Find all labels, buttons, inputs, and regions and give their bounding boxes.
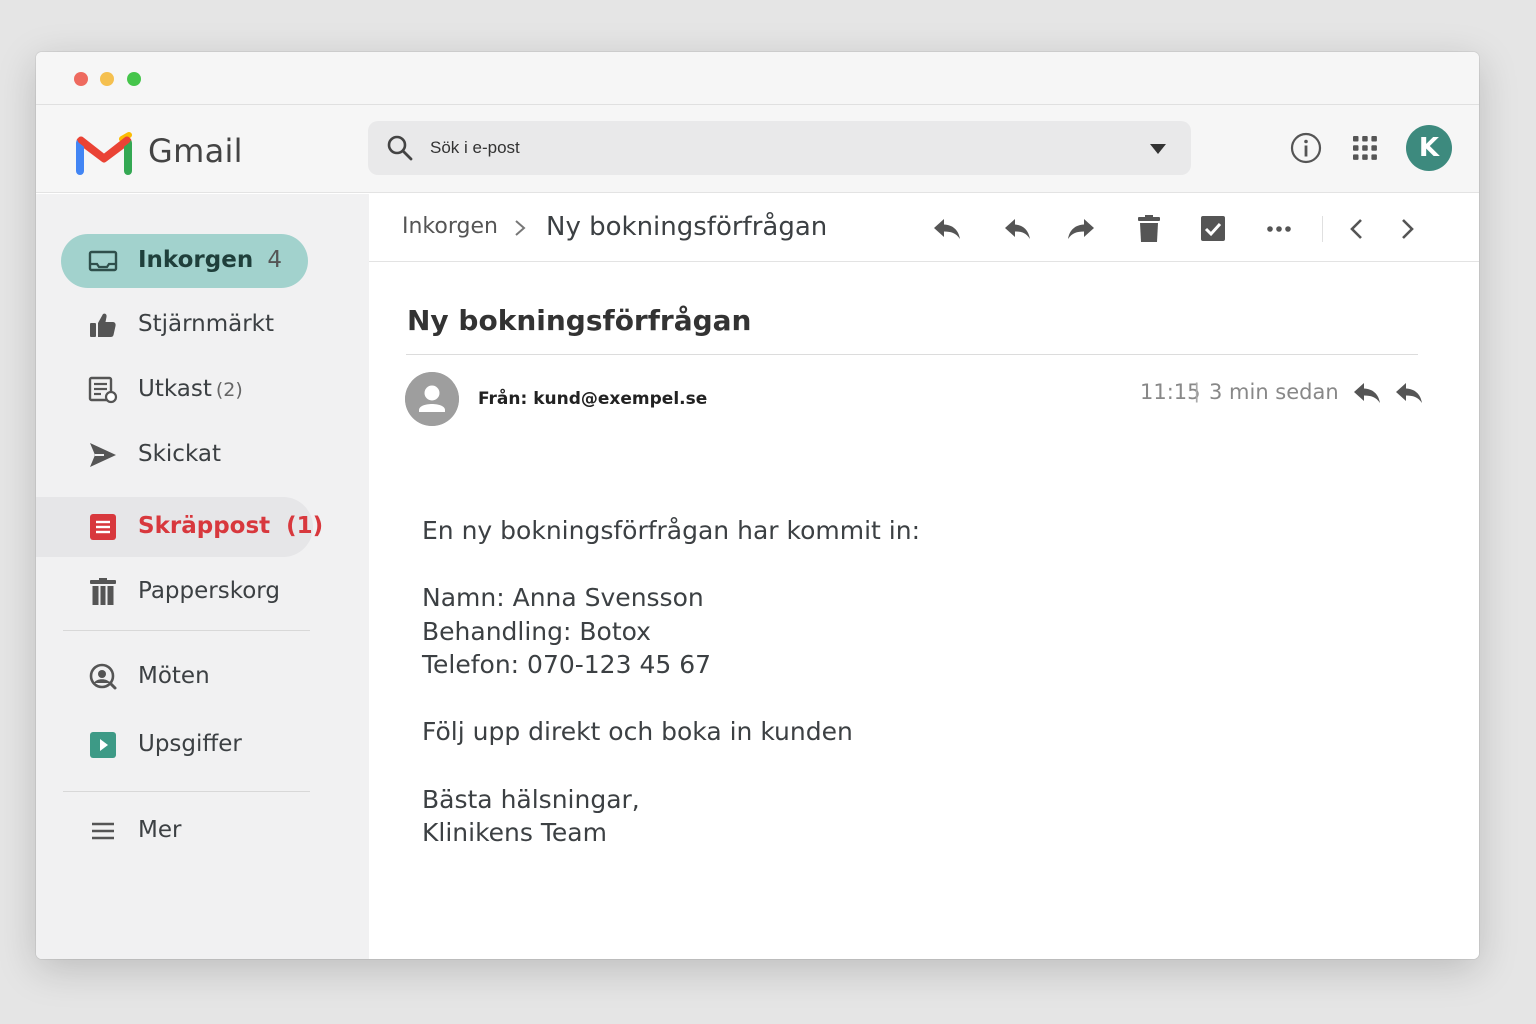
drafts-label-text: Utkast (138, 376, 212, 402)
sidebar-item-more[interactable]: Mer (61, 804, 308, 858)
sidebar-item-label: Skickat (138, 441, 221, 467)
gmail-logo-icon[interactable] (76, 131, 132, 175)
spam-count: (1) (286, 513, 324, 539)
mark-done-icon[interactable] (1197, 214, 1229, 244)
sidebar-item-sent[interactable]: Skickat (61, 428, 308, 482)
sidebar-item-drafts[interactable]: Utkast (2) (61, 363, 308, 417)
email-time: 11:15 (1140, 380, 1201, 404)
email-from: Från: kund@exempel.se (478, 389, 708, 409)
minimize-window-button[interactable] (100, 72, 114, 86)
chevron-right-icon (515, 220, 526, 236)
email-body-line: Följ upp direkt och boka in kunden (422, 717, 853, 746)
info-icon[interactable] (1289, 131, 1323, 165)
sidebar-item-trash[interactable]: Papperskorg (61, 565, 308, 619)
spam-icon (90, 514, 116, 540)
drafts-count: (2) (215, 379, 243, 401)
sidebar-divider (63, 630, 310, 631)
more-options-icon[interactable] (1263, 214, 1295, 244)
email-body-line: Telefon: 070-123 45 67 (422, 650, 712, 679)
sidebar-item-inbox[interactable]: Inkorgen 4 (61, 234, 308, 288)
account-avatar[interactable]: K (1406, 125, 1452, 171)
chevron-right-icon[interactable] (1391, 214, 1423, 244)
toolbar-divider (1322, 216, 1323, 242)
sidebar-item-starred[interactable]: Stjärnmärkt (61, 298, 308, 352)
thumbs-up-icon (90, 313, 116, 337)
meetings-icon (89, 663, 117, 690)
sidebar-item-label: Inkorgen (138, 247, 254, 273)
subject-divider (406, 354, 1418, 355)
reply-all-icon[interactable] (1394, 380, 1424, 406)
breadcrumb-inbox[interactable]: Inkorgen (402, 214, 498, 239)
sidebar-item-label: Upsgiffer (138, 731, 242, 757)
reply-icon[interactable] (1352, 380, 1382, 406)
search-options-caret-icon[interactable] (1149, 143, 1167, 155)
sidebar-item-spam[interactable]: Skräppost (1) (36, 497, 323, 557)
trash-icon (90, 578, 116, 605)
email-body-line: Klinikens Team (422, 818, 607, 847)
message-view: Inkorgen Ny bokningsförfrågan Ny bokning… (369, 194, 1479, 959)
spam-label-text: Skräppost (138, 513, 271, 539)
forward-icon[interactable] (1065, 214, 1097, 244)
apps-grid-icon[interactable] (1348, 131, 1382, 165)
sidebar-item-tasks[interactable]: Upsgiffer (61, 718, 308, 772)
sidebar: Inkorgen 4 Stjärnmärkt Utkast (2) Skicka… (36, 194, 369, 959)
send-icon (90, 443, 116, 467)
email-relative-time: 3 min sedan (1209, 380, 1339, 404)
search-icon[interactable] (386, 134, 414, 162)
sidebar-item-label: Papperskorg (138, 578, 280, 604)
search-bar[interactable] (368, 121, 1191, 175)
tasks-icon (90, 732, 116, 758)
sidebar-item-label: Mer (138, 817, 182, 843)
close-window-button[interactable] (74, 72, 88, 86)
sidebar-item-label: Stjärnmärkt (138, 311, 275, 337)
breadcrumb-current: Ny bokningsförfrågan (546, 212, 828, 242)
email-body-line: Namn: Anna Svensson (422, 583, 704, 612)
sidebar-item-meetings[interactable]: Möten (61, 650, 308, 704)
chevron-left-icon[interactable] (1341, 214, 1373, 244)
maximize-window-button[interactable] (127, 72, 141, 86)
menu-icon (92, 822, 114, 840)
sidebar-item-label: Skräppost (1) (138, 513, 323, 539)
time-separator: | (1194, 380, 1200, 403)
search-input[interactable] (430, 133, 1110, 163)
message-toolbar: Inkorgen Ny bokningsförfrågan (369, 194, 1479, 262)
reply-all-icon[interactable] (1000, 214, 1032, 244)
sender-avatar-icon[interactable] (405, 372, 459, 426)
sidebar-divider (63, 791, 310, 792)
email-body-line: Behandling: Botox (422, 617, 651, 646)
inbox-icon (88, 250, 118, 272)
window-titlebar (36, 52, 1479, 105)
email-body-line: En ny bokningsförfrågan har kommit in: (422, 516, 920, 545)
email-body-line: Bästa hälsningar, (422, 785, 640, 814)
browser-window: Gmail K (36, 52, 1479, 959)
app-brand: Gmail (148, 132, 243, 170)
unread-count-badge: 4 (267, 247, 282, 273)
reply-icon[interactable] (931, 214, 963, 244)
sidebar-item-label: Utkast (2) (138, 376, 243, 402)
delete-icon[interactable] (1133, 214, 1165, 244)
email-subject: Ny bokningsförfrågan (407, 304, 752, 337)
app-header: Gmail K (36, 105, 1479, 193)
sidebar-item-label: Möten (138, 663, 210, 689)
draft-icon (88, 376, 118, 404)
